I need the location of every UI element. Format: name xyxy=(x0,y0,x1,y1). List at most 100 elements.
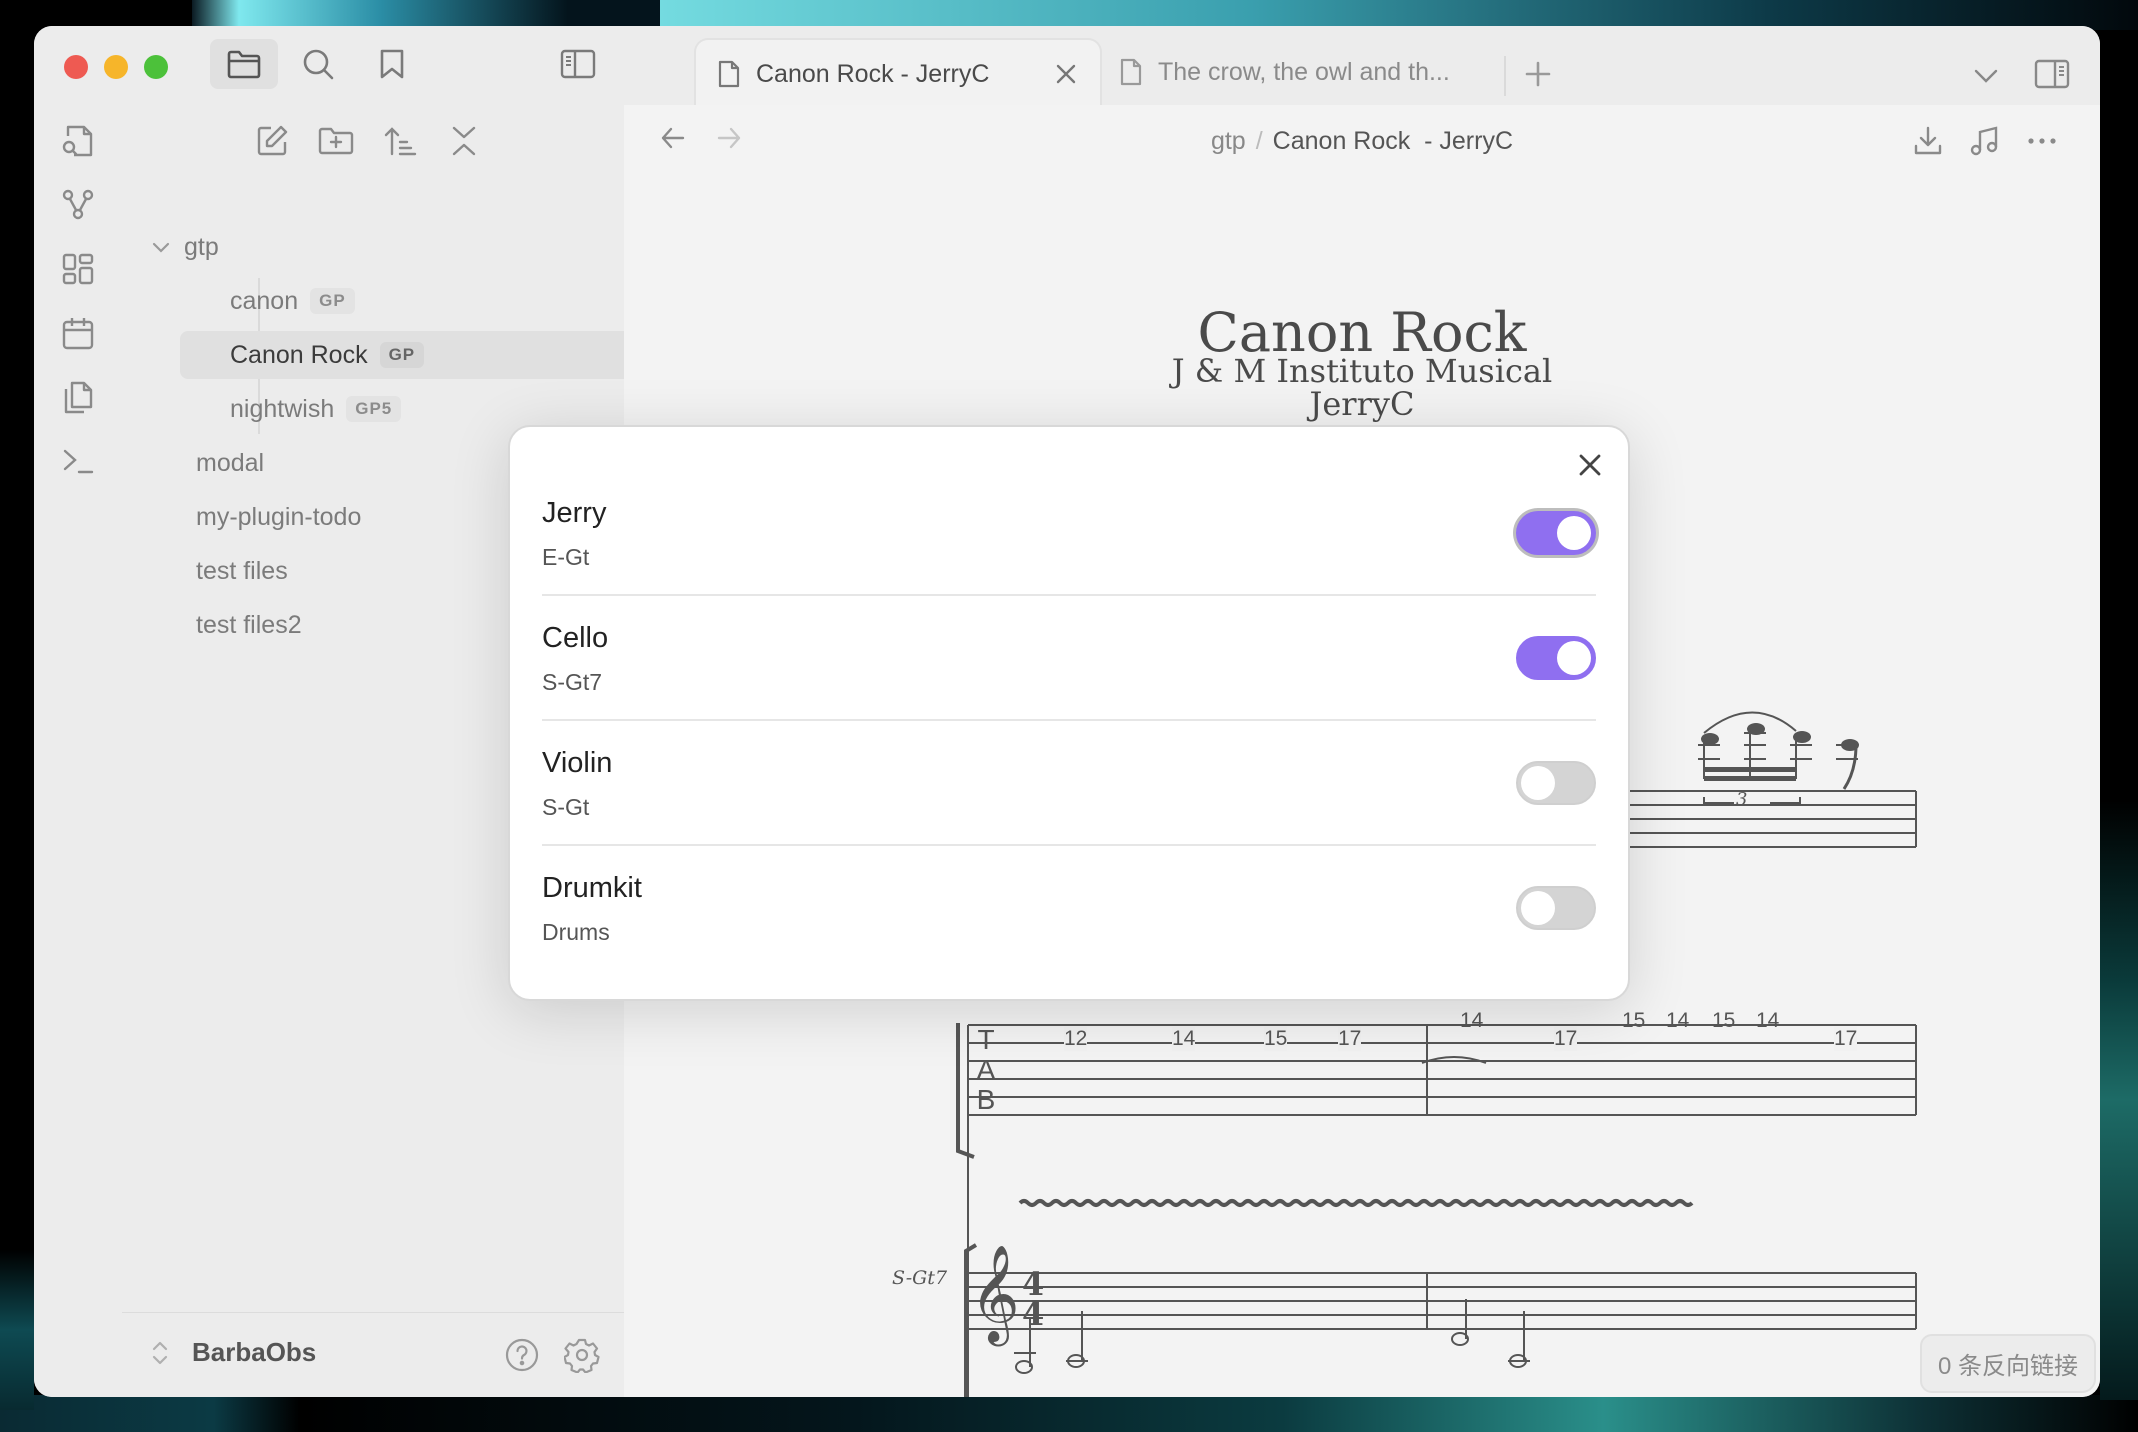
file-explorer-button[interactable] xyxy=(210,39,278,89)
sidebar-left-icon xyxy=(560,49,596,79)
calendar-icon xyxy=(62,318,94,350)
toggle-knob xyxy=(1557,641,1591,675)
graph-view-button[interactable] xyxy=(60,187,96,223)
sidebar-right-icon xyxy=(2034,59,2070,89)
maximize-window-button[interactable] xyxy=(144,55,168,79)
tab-fret-number: 15 xyxy=(1712,1009,1736,1032)
track-instrument: S-Gt xyxy=(542,794,590,820)
file-type-badge: GP xyxy=(379,342,425,368)
tab-the-crow[interactable]: The crow, the owl and th... xyxy=(1100,38,1500,106)
edit-icon xyxy=(257,125,288,156)
tab-clef: T A B xyxy=(974,1025,998,1115)
tree-item-label: my-plugin-todo xyxy=(196,502,362,531)
toggle-left-sidebar-button[interactable] xyxy=(544,39,612,89)
file-type-badge: GP xyxy=(310,288,355,314)
tab-divider xyxy=(1504,56,1506,96)
tab-fret-number: 14 xyxy=(1666,1009,1690,1032)
vault-switcher-bar: BarbaObs xyxy=(122,1312,624,1397)
collapse-all-button[interactable] xyxy=(442,119,486,163)
track-instrument: E-Gt xyxy=(542,544,590,570)
new-folder-button[interactable] xyxy=(314,119,358,163)
folder-icon xyxy=(227,50,261,79)
tab-fret-number: 12 xyxy=(1064,1027,1088,1051)
toggle-right-sidebar-button[interactable] xyxy=(2030,52,2074,96)
new-note-button[interactable] xyxy=(250,119,294,163)
plus-icon xyxy=(1525,61,1551,87)
track-label: S-Gt7 xyxy=(892,1267,948,1289)
tab-canon-rock[interactable]: Canon Rock - JerryC xyxy=(694,38,1102,108)
track-row-cello: Cello S-Gt7 xyxy=(542,594,1596,721)
tab-fret-number: 14 xyxy=(1172,1027,1196,1051)
tab-list-dropdown[interactable] xyxy=(1966,56,2006,96)
track-instrument: S-Gt7 xyxy=(542,669,603,695)
track-name: Violin xyxy=(542,747,613,779)
toggle-knob xyxy=(1521,891,1555,925)
treble-clef: 𝄞 xyxy=(970,1244,1020,1342)
tab-clef-letter: A xyxy=(976,1054,996,1085)
track-toggle-drumkit[interactable] xyxy=(1516,886,1596,930)
close-window-button[interactable] xyxy=(64,55,88,79)
graph-icon xyxy=(62,189,94,220)
copy-icon xyxy=(64,381,93,414)
close-tab-icon[interactable] xyxy=(1054,62,1078,86)
tree-file-canon-rock[interactable]: Canon Rock GP xyxy=(180,331,634,379)
tuplet-notes xyxy=(1698,711,1859,804)
desktop-background xyxy=(2100,800,2138,1400)
bookmark-icon xyxy=(380,49,404,79)
tree-item-label: Canon Rock xyxy=(230,340,368,369)
daily-note-button[interactable] xyxy=(60,315,96,351)
staff-fragment xyxy=(1624,790,1917,848)
tree-item-label: gtp xyxy=(184,232,219,261)
track-toggle-jerry[interactable] xyxy=(1516,511,1596,555)
tuplet-label: 3 xyxy=(1736,789,1748,810)
standard-staff xyxy=(964,1243,1917,1397)
file-icon xyxy=(1120,58,1142,86)
backlinks-status[interactable]: 0 条反向链接 xyxy=(1919,1334,2096,1393)
toggle-knob xyxy=(1557,516,1591,550)
tab-fret-number: 17 xyxy=(1554,1027,1578,1051)
tree-item-label: canon xyxy=(230,286,299,315)
sort-ascending-icon xyxy=(384,127,417,156)
tab-bar: Canon Rock - JerryC The crow, the owl an… xyxy=(624,26,2100,108)
track-name: Jerry xyxy=(542,497,607,529)
gear-icon xyxy=(564,1338,600,1373)
command-palette-button[interactable] xyxy=(60,443,96,479)
folder-plus-icon xyxy=(318,127,354,155)
help-button[interactable] xyxy=(504,1337,540,1373)
track-toggle-violin[interactable] xyxy=(1516,761,1596,805)
tree-folder-gtp[interactable]: gtp xyxy=(150,223,580,271)
tab-clef-letter: T xyxy=(977,1024,995,1055)
bookmarks-button[interactable] xyxy=(358,39,426,89)
new-tab-button[interactable] xyxy=(1516,52,1560,96)
canvas-button[interactable] xyxy=(60,251,96,287)
track-row-drumkit: Drumkit Drums xyxy=(542,844,1596,969)
file-icon xyxy=(718,60,740,88)
tree-file-canon[interactable]: canon GP xyxy=(150,277,590,325)
tab-staff xyxy=(956,1023,1917,1397)
toggle-knob xyxy=(1521,766,1555,800)
file-explorer-toolbar xyxy=(122,119,624,169)
track-toggle-cello[interactable] xyxy=(1516,636,1596,680)
terminal-icon xyxy=(63,449,94,474)
chevron-down-icon xyxy=(152,242,170,253)
sort-button[interactable] xyxy=(378,119,422,163)
tab-fret-number: 14 xyxy=(1460,1009,1484,1032)
ribbon xyxy=(34,105,123,1397)
tab-fret-number: 17 xyxy=(1338,1027,1362,1051)
collapse-icon xyxy=(452,126,476,156)
settings-button[interactable] xyxy=(564,1337,600,1373)
track-selection-modal: Jerry E-Gt Cello S-Gt7 Violin S-Gt Drumk… xyxy=(508,425,1630,1001)
search-button[interactable] xyxy=(284,39,352,89)
quick-switcher-button[interactable] xyxy=(60,123,96,159)
search-icon xyxy=(303,49,334,80)
track-instrument: Drums xyxy=(542,919,610,945)
time-signature-bottom: 4 xyxy=(1022,1295,1045,1333)
vault-switcher[interactable]: BarbaObs xyxy=(150,1337,316,1368)
help-circle-icon xyxy=(505,1338,539,1372)
templates-button[interactable] xyxy=(60,379,96,415)
time-signature: 4 4 xyxy=(1022,1268,1045,1333)
tree-item-label: modal xyxy=(196,448,265,477)
tab-fret-number: 14 xyxy=(1756,1009,1780,1032)
minimize-window-button[interactable] xyxy=(104,55,128,79)
chevron-down-icon xyxy=(1974,69,1998,83)
